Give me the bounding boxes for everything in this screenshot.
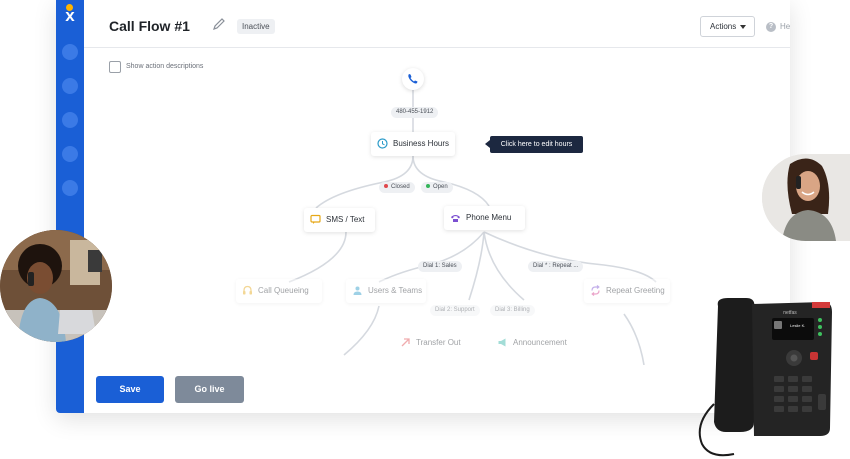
node-label: Call Queueing	[258, 286, 309, 295]
edit-hours-tooltip[interactable]: Click here to edit hours	[485, 136, 583, 153]
customer-photo-left	[0, 230, 112, 342]
node-label: Phone Menu	[466, 213, 512, 222]
node-business-hours[interactable]: Business Hours	[371, 132, 455, 156]
node-label: Business Hours	[393, 139, 450, 148]
nav-item-1[interactable]	[62, 44, 78, 60]
branch-closed-label: Closed	[391, 184, 410, 190]
node-label: Repeat Greeting	[606, 286, 665, 295]
message-icon	[310, 214, 321, 224]
desk-phone-illustration: netfas Leslie K.	[698, 298, 832, 457]
help-link[interactable]: Help	[780, 22, 790, 31]
page-header: Call Flow #1 Inactive Actions ? Help	[84, 0, 790, 48]
incoming-call-node[interactable]	[402, 68, 424, 90]
flow-canvas: 480-455-1912 Business Hours Click here t…	[84, 60, 790, 365]
node-call-queueing[interactable]: Call Queueing	[236, 279, 322, 303]
node-label: Announcement	[513, 338, 567, 347]
node-sms-text[interactable]: SMS / Text	[304, 208, 375, 232]
closed-dot	[384, 184, 388, 189]
woman-smiling-illustration	[762, 154, 850, 241]
side-rail: x	[56, 0, 84, 413]
page-title: Call Flow #1	[109, 18, 190, 34]
node-label: Users & Teams	[368, 286, 423, 295]
branch-dial-2: Dial 2: Support	[430, 305, 480, 316]
phone-icon	[408, 74, 418, 84]
transfer-arrow-icon	[401, 338, 410, 347]
actions-label: Actions	[710, 22, 737, 31]
open-dot	[426, 184, 430, 189]
node-label: SMS / Text	[326, 215, 365, 224]
caret-down-icon	[740, 25, 746, 29]
handset	[714, 298, 755, 432]
screen-avatar	[774, 321, 782, 329]
headset-icon	[243, 285, 252, 295]
nav-item-3[interactable]	[62, 112, 78, 128]
actions-dropdown-button[interactable]: Actions	[700, 16, 755, 37]
branch-open: Open	[421, 182, 453, 193]
node-label: Transfer Out	[416, 338, 461, 347]
branch-open-label: Open	[433, 184, 448, 190]
help-icon[interactable]: ?	[766, 22, 776, 32]
customer-photo-right	[762, 154, 850, 241]
node-users-teams[interactable]: Users & Teams	[346, 279, 426, 303]
flow-connectors	[288, 90, 657, 365]
action-footer: Save Go live	[84, 365, 790, 413]
app-window: x Call Flow #1 Inactive Actions ? Help S…	[56, 0, 790, 413]
pencil-icon[interactable]	[212, 17, 226, 31]
clock-icon	[377, 138, 388, 149]
branch-dial-star: Dial * : Repeat ...	[528, 261, 584, 272]
branch-closed: Closed	[379, 182, 415, 193]
marketing-stage: x Call Flow #1 Inactive Actions ? Help S…	[0, 0, 850, 459]
node-repeat-greeting[interactable]: Repeat Greeting	[584, 279, 670, 303]
branch-dial-3: Dial 3: Billing	[490, 305, 535, 316]
repeat-icon	[591, 285, 600, 296]
go-live-button[interactable]: Go live	[175, 376, 244, 403]
phone-brand: netfas	[783, 310, 797, 316]
nav-item-4[interactable]	[62, 146, 78, 162]
node-phone-menu[interactable]: Phone Menu	[444, 206, 525, 230]
nav-item-2[interactable]	[62, 78, 78, 94]
woman-on-phone-illustration	[0, 230, 112, 342]
node-transfer-out[interactable]: Transfer Out	[394, 331, 472, 355]
status-badge: Inactive	[237, 19, 275, 34]
phone-accent	[812, 302, 830, 308]
node-announcement[interactable]: Announcement	[491, 331, 579, 355]
megaphone-icon	[498, 338, 506, 347]
branch-dial-1: Dial 1: Sales	[418, 261, 462, 272]
phone-number-label: 480-455-1912	[391, 107, 439, 118]
logo-dot	[66, 4, 73, 11]
nav-item-5[interactable]	[62, 180, 78, 196]
screen-caller: Leslie K.	[790, 323, 805, 328]
save-button[interactable]: Save	[96, 376, 164, 403]
phone-menu-icon	[451, 215, 460, 222]
users-icon	[353, 286, 362, 295]
